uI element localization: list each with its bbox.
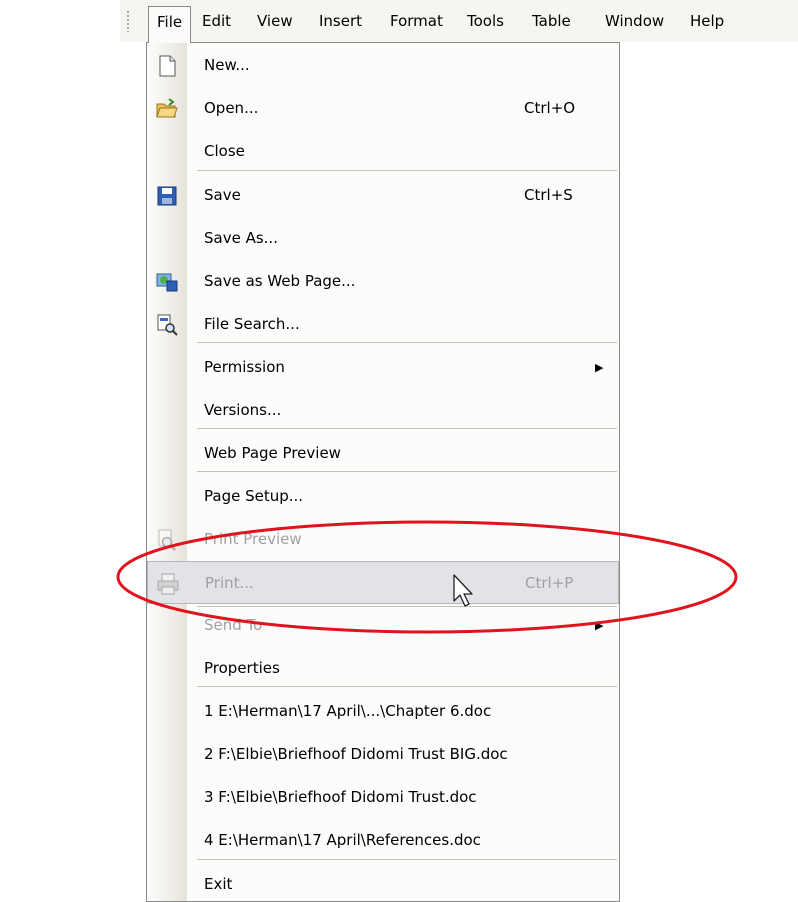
menu-item-label: File Search... (204, 315, 300, 333)
menu-item-label: Open... (204, 99, 259, 117)
menu-item-print[interactable]: Print... Ctrl+P (147, 561, 619, 604)
menu-item-save[interactable]: Save Ctrl+S (147, 174, 619, 217)
menu-item-label: Print... (205, 574, 254, 592)
save-disk-icon (155, 184, 179, 208)
menu-item-versions[interactable]: Versions... (147, 389, 619, 432)
menu-item-recent-file-4[interactable]: 4 E:\Herman\17 April\References.doc (147, 819, 619, 862)
menu-separator (197, 471, 617, 472)
menu-separator (197, 170, 617, 171)
menu-item-label: Save (204, 186, 241, 204)
submenu-arrow-icon: ▶ (595, 361, 604, 374)
menu-table[interactable]: Table (524, 6, 579, 36)
menu-item-label: Save as Web Page... (204, 272, 356, 290)
menu-item-save-as-web-page[interactable]: Save as Web Page... (147, 260, 619, 303)
menu-item-label: Permission (204, 358, 285, 376)
menu-item-print-preview[interactable]: Print Preview (147, 518, 619, 561)
mouse-cursor-icon (453, 574, 473, 607)
menu-bar: File Edit View Insert Format Tools Table… (120, 0, 798, 43)
menu-item-label: Save As... (204, 229, 278, 247)
menu-separator (197, 428, 617, 429)
menu-item-label: Web Page Preview (204, 444, 341, 462)
menu-separator (197, 686, 617, 687)
menu-item-close[interactable]: Close (147, 130, 619, 173)
shortcut-label: Ctrl+P (525, 574, 574, 592)
menu-item-label: 4 E:\Herman\17 April\References.doc (204, 831, 481, 849)
menu-item-recent-file-2[interactable]: 2 F:\Elbie\Briefhoof Didomi Trust BIG.do… (147, 733, 619, 776)
menu-item-recent-file-1[interactable]: 1 E:\Herman\17 April\...\Chapter 6.doc (147, 690, 619, 733)
menu-item-label: 1 E:\Herman\17 April\...\Chapter 6.doc (204, 702, 492, 720)
toolbar-grip-handle[interactable] (126, 10, 130, 32)
file-menu-dropdown: New... Open... Ctrl+O Close Save Ctrl+S … (146, 42, 620, 902)
menu-item-file-search[interactable]: File Search... (147, 303, 619, 346)
menu-item-label: New... (204, 56, 250, 74)
menu-item-new[interactable]: New... (147, 44, 619, 87)
menu-item-page-setup[interactable]: Page Setup... (147, 475, 619, 518)
menu-insert[interactable]: Insert (311, 6, 370, 36)
menu-view[interactable]: View (249, 6, 301, 36)
menu-item-label: Versions... (204, 401, 282, 419)
menu-item-permission[interactable]: Permission ▶ (147, 346, 619, 389)
menu-item-properties[interactable]: Properties (147, 647, 619, 690)
menu-item-label: Send To (204, 616, 263, 634)
shortcut-label: Ctrl+O (524, 99, 576, 117)
menu-format[interactable]: Format (382, 6, 451, 36)
print-preview-icon (155, 528, 179, 552)
file-search-icon (155, 313, 179, 337)
menu-item-web-page-preview[interactable]: Web Page Preview (147, 432, 619, 475)
open-folder-icon (155, 97, 179, 121)
menu-separator (197, 342, 617, 343)
submenu-arrow-icon: ▶ (595, 619, 604, 632)
new-document-icon (155, 54, 179, 78)
menu-item-label: Properties (204, 659, 280, 677)
menu-file[interactable]: File (148, 6, 192, 43)
menu-item-label: Close (204, 142, 245, 160)
menu-item-label: Print Preview (204, 530, 302, 548)
menu-item-save-as[interactable]: Save As... (147, 217, 619, 260)
shortcut-label: Ctrl+S (524, 186, 573, 204)
menu-item-exit[interactable]: Exit (147, 863, 619, 901)
printer-icon (156, 572, 180, 596)
menu-item-label: Exit (204, 875, 233, 893)
menu-edit[interactable]: Edit (194, 6, 239, 36)
menu-item-label: 2 F:\Elbie\Briefhoof Didomi Trust BIG.do… (204, 745, 508, 763)
menu-separator (197, 859, 617, 860)
menu-item-label: Page Setup... (204, 487, 304, 505)
menu-tools[interactable]: Tools (459, 6, 512, 36)
menu-help[interactable]: Help (682, 6, 732, 36)
menu-item-send-to[interactable]: Send To ▶ (147, 604, 619, 647)
menu-item-label: 3 F:\Elbie\Briefhoof Didomi Trust.doc (204, 788, 477, 806)
menu-item-recent-file-3[interactable]: 3 F:\Elbie\Briefhoof Didomi Trust.doc (147, 776, 619, 819)
menu-item-open[interactable]: Open... Ctrl+O (147, 87, 619, 130)
web-page-save-icon (155, 270, 179, 294)
menu-window[interactable]: Window (597, 6, 672, 36)
